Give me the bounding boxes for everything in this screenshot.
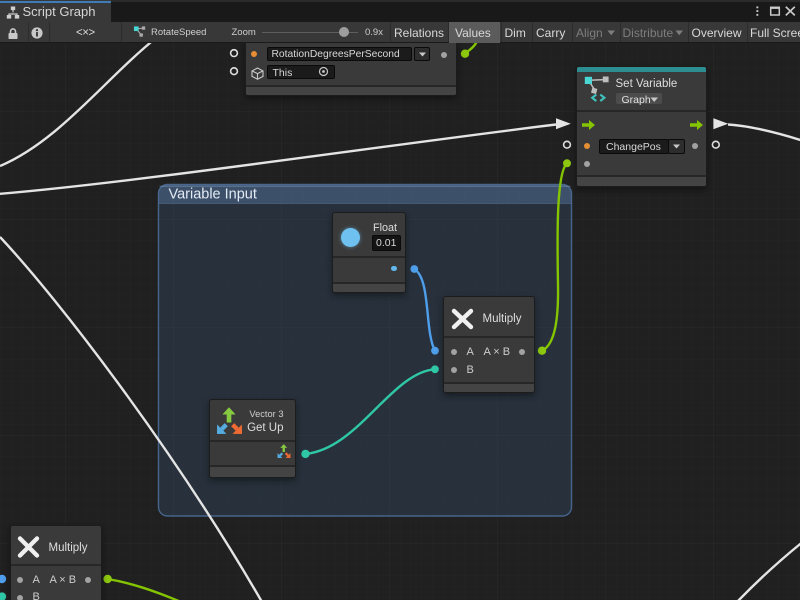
svg-text:Variable Input: Variable Input	[169, 187, 257, 203]
